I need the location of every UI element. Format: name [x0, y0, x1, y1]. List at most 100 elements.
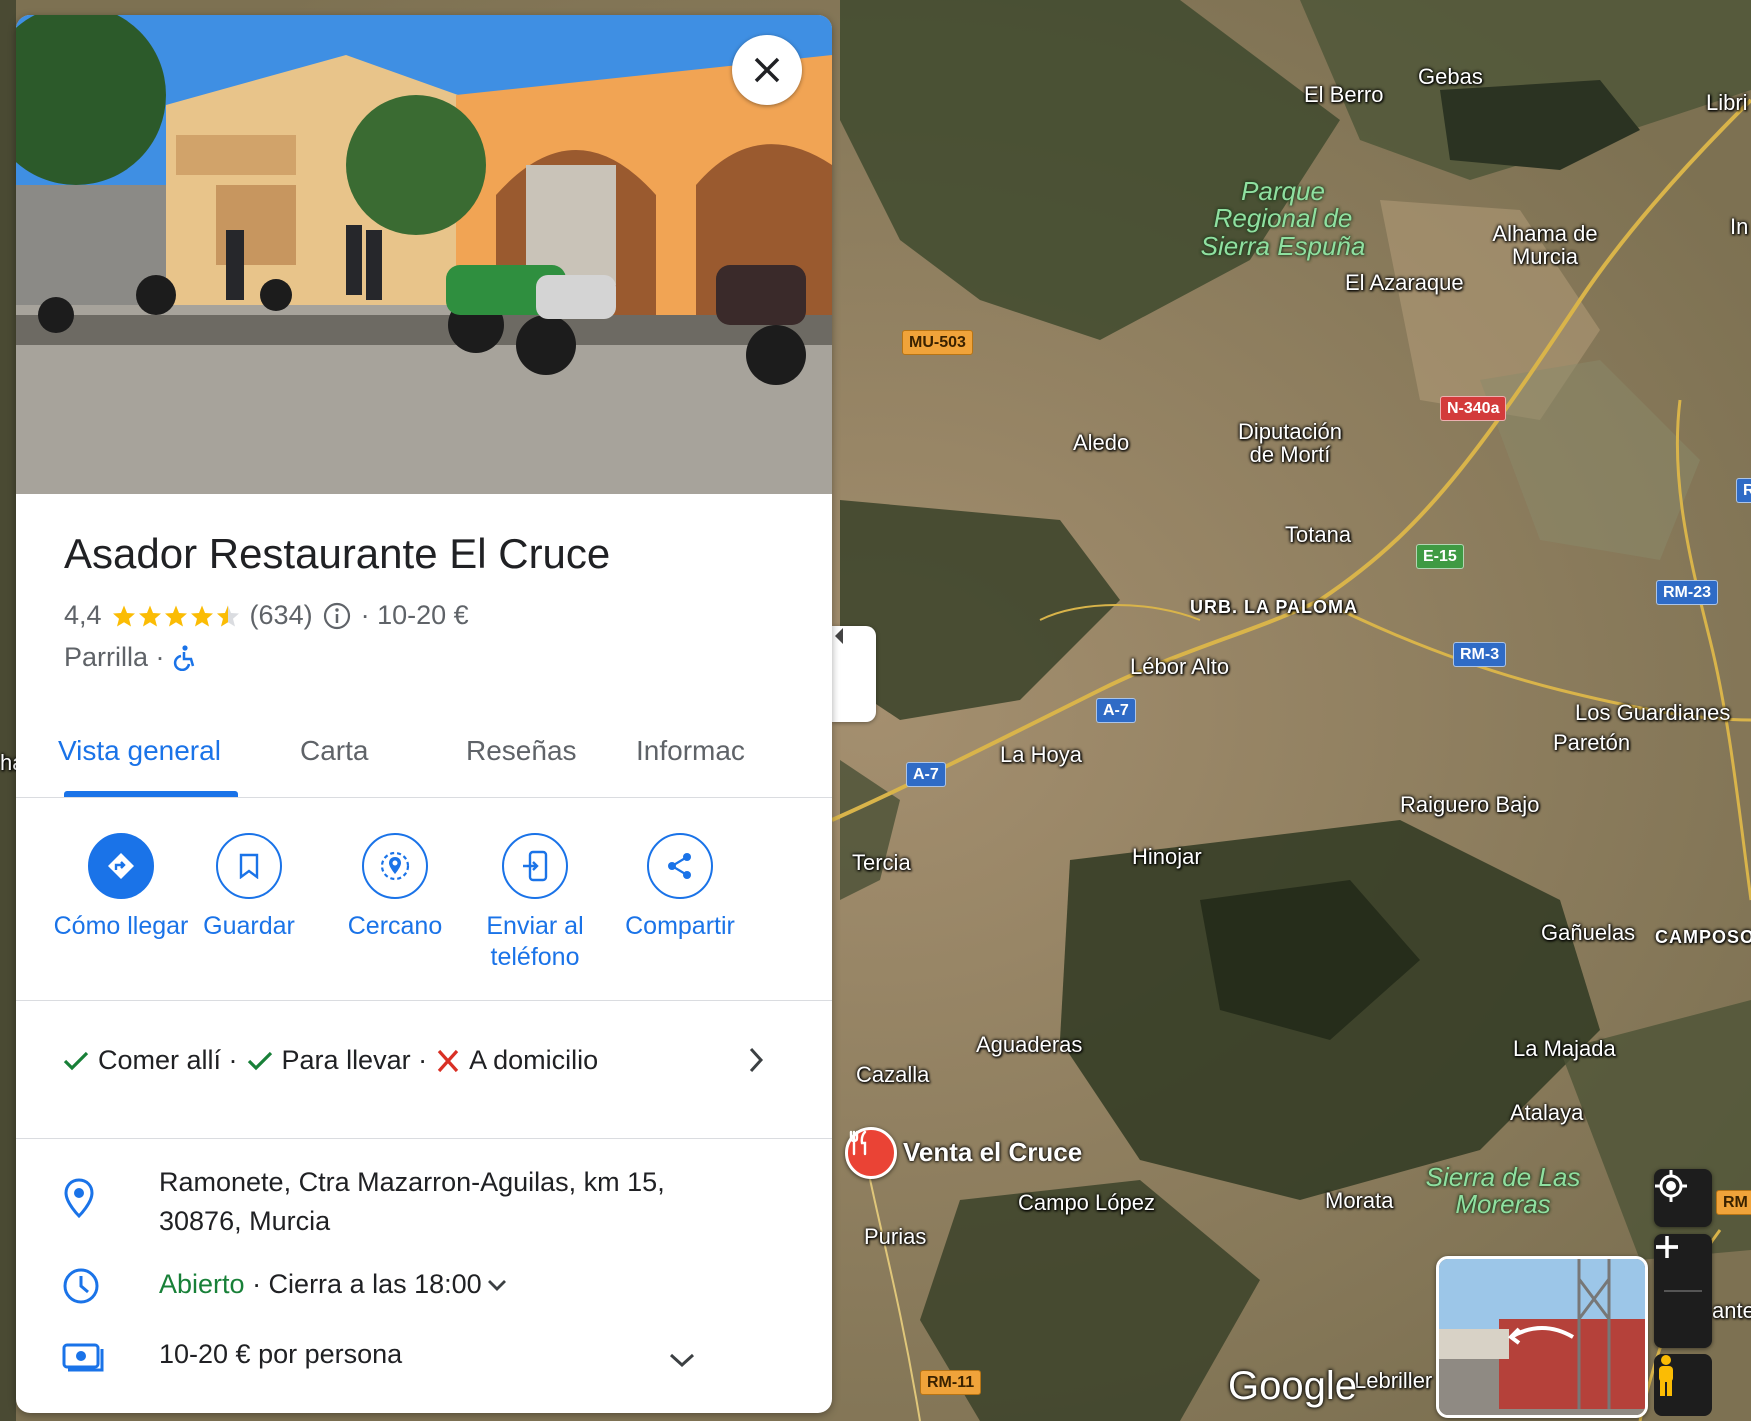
address-text: Ramonete, Ctra Mazarron-Aguilas, km 15, …: [159, 1163, 665, 1241]
zoom-control: [1654, 1234, 1712, 1348]
google-logo: Google: [1228, 1364, 1357, 1408]
category-row: Parrilla ·: [64, 642, 197, 673]
share-label: Compartir: [625, 912, 735, 940]
active-tab-indicator: [64, 791, 238, 797]
info-icon[interactable]: [323, 602, 351, 630]
map-place-label[interactable]: URB. LA PALOMA: [1190, 598, 1358, 616]
crosshair-icon: [1655, 1170, 1687, 1202]
tab-overview[interactable]: Vista general: [58, 735, 221, 767]
nearby-icon-circle: [362, 833, 428, 899]
send-to-phone-icon-circle: [502, 833, 568, 899]
map-place-label[interactable]: Raiguero Bajo: [1400, 794, 1539, 816]
address-line-1: Ramonete, Ctra Mazarron-Aguilas, km 15,: [159, 1167, 665, 1197]
map-place-label[interactable]: In: [1730, 216, 1748, 238]
price-row[interactable]: 10-20 € por persona: [16, 1319, 832, 1413]
tab-menu[interactable]: Carta: [300, 735, 368, 767]
road-shield: RM-3: [1453, 642, 1507, 668]
road-shield: E-15: [1416, 544, 1464, 570]
place-title: Asador Restaurante El Cruce: [64, 530, 611, 577]
map-place-label[interactable]: Alhama de Murcia: [1490, 222, 1600, 268]
directions-icon-circle: [88, 833, 154, 899]
nearby-label: Cercano: [347, 912, 443, 940]
map-place-label[interactable]: Cazalla: [856, 1064, 929, 1086]
place-photo[interactable]: [16, 15, 832, 494]
bookmark-icon: [239, 853, 259, 879]
map-place-label[interactable]: El Berro: [1304, 84, 1383, 106]
map-place-label[interactable]: Atalaya: [1510, 1102, 1583, 1124]
park-label[interactable]: Parque Regional de Sierra Espuña: [1188, 177, 1378, 260]
map-place-label[interactable]: Lébor Alto: [1130, 656, 1229, 678]
address-row[interactable]: Ramonete, Ctra Mazarron-Aguilas, km 15, …: [16, 1139, 832, 1249]
map-place-label[interactable]: El Azaraque: [1345, 272, 1464, 294]
map-place-label[interactable]: ante: [1712, 1300, 1751, 1322]
share-button[interactable]: Compartir: [605, 833, 755, 942]
rating-stars[interactable]: [112, 604, 240, 628]
close-icon: [754, 57, 780, 83]
place-panel: Asador Restaurante El Cruce 4,4 (634) · …: [16, 15, 832, 1413]
send-to-phone-label: Enviar al teléfono: [486, 912, 584, 972]
map-place-label[interactable]: Gebas: [1418, 66, 1483, 88]
nearby-button[interactable]: Cercano: [320, 833, 470, 942]
share-icon-circle: [647, 833, 713, 899]
map-place-label[interactable]: Diputación de Mortí: [1225, 420, 1355, 466]
half-star-icon: [216, 605, 239, 626]
my-location-button[interactable]: [1654, 1169, 1712, 1227]
map-place-label[interactable]: La Hoya: [1000, 744, 1082, 766]
tab-reviews[interactable]: Reseñas: [466, 735, 577, 767]
pegman-icon: [1659, 1355, 1673, 1396]
pin-label[interactable]: Venta el Cruce: [903, 1137, 1082, 1168]
map-place-label[interactable]: La Majada: [1513, 1038, 1616, 1060]
service-options-row: Comer allí · Para llevar · A domicilio: [62, 1045, 598, 1076]
close-button[interactable]: [732, 35, 802, 105]
directions-icon: [108, 853, 134, 879]
save-icon-circle: [216, 833, 282, 899]
hours-row[interactable]: Abierto · Cierra a las 18:00: [16, 1249, 832, 1319]
restaurant-photo: [16, 15, 832, 494]
chevron-down-icon[interactable]: [668, 1351, 696, 1369]
restaurant-pin[interactable]: [845, 1127, 897, 1179]
tab-info[interactable]: Informac: [636, 735, 745, 767]
open-status: Abierto: [159, 1269, 245, 1299]
map-place-label[interactable]: Hinojar: [1132, 846, 1202, 868]
map-place-label[interactable]: Purias: [864, 1226, 926, 1248]
map-place-label[interactable]: Campo López: [1018, 1192, 1155, 1214]
send-to-phone-button[interactable]: Enviar al teléfono: [460, 833, 610, 974]
check-icon: [247, 1051, 272, 1070]
map-place-label[interactable]: Gañuelas: [1541, 922, 1635, 944]
street-view-thumbnail[interactable]: [1436, 1256, 1648, 1418]
category-label[interactable]: Parrilla ·: [64, 642, 165, 673]
map-place-label[interactable]: Lebriller: [1354, 1370, 1432, 1392]
map-place-label[interactable]: Totana: [1285, 524, 1351, 546]
collapse-panel-button[interactable]: [832, 626, 876, 722]
map-place-label[interactable]: Aguaderas: [976, 1034, 1082, 1056]
star-icon: [164, 605, 187, 626]
map-place-label[interactable]: Tercia: [852, 852, 911, 874]
send-to-phone-icon: [523, 850, 548, 882]
reviews-count[interactable]: (634): [250, 600, 313, 631]
map-place-label[interactable]: CAMPOSO: [1655, 928, 1751, 946]
rating-value: 4,4: [64, 600, 102, 630]
save-button[interactable]: Guardar: [174, 833, 324, 942]
map-place-label[interactable]: Aledo: [1073, 432, 1129, 454]
star-icon: [112, 605, 135, 626]
dine-in-label: Comer allí ·: [98, 1045, 238, 1075]
pegman-button[interactable]: [1654, 1354, 1712, 1416]
rating-row: 4,4 (634) · 10-20 €: [64, 600, 469, 631]
nearby-icon: [380, 851, 410, 881]
map-place-label[interactable]: Morata: [1325, 1190, 1393, 1212]
map-place-label[interactable]: Los Guardianes: [1575, 702, 1730, 724]
map-place-label[interactable]: Libri: [1706, 92, 1748, 114]
road-shield: A-7: [1096, 698, 1136, 724]
road-shield: MU-503: [902, 330, 973, 356]
money-icon: [62, 1343, 104, 1372]
wheelchair-accessible-icon[interactable]: [173, 644, 197, 671]
chevron-down-icon[interactable]: [486, 1277, 508, 1293]
chevron-right-icon[interactable]: [746, 1045, 766, 1075]
road-shield: A-7: [906, 762, 946, 788]
map-place-label[interactable]: Paretón: [1553, 732, 1630, 754]
service-options[interactable]: Comer allí · Para llevar · A domicilio: [16, 1001, 832, 1139]
delivery-label: A domicilio: [469, 1045, 599, 1075]
tab-bar: Vista general Carta Reseñas Informac: [16, 705, 832, 798]
park-label[interactable]: Sierra de Las Moreras: [1418, 1163, 1588, 1219]
zoom-out-button[interactable]: [1654, 1245, 1712, 1348]
